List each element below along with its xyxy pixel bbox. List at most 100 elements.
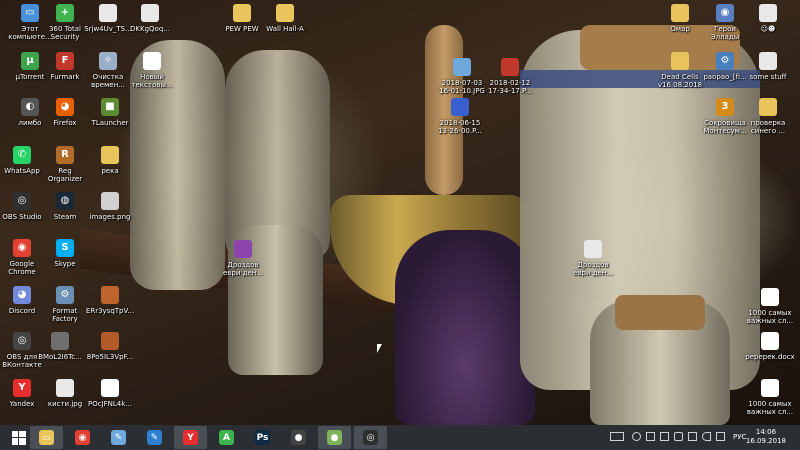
document-icon [99,4,117,22]
taskbar-button-bird-game[interactable]: ● [318,426,351,449]
desktop-icon-tlauncher[interactable]: ■ TLauncher [80,98,140,127]
taskbar-button-paint[interactable]: ✎ [102,426,135,449]
desktop: ▭ Этот компьюте... +360 Total Security Srjw… [0,0,800,425]
reg-organizer-icon: R [56,146,74,164]
desktop-icon-8po5[interactable]: 8Po5IL3VpF... [80,332,140,361]
firefox-icon: ◕ [56,98,74,116]
help-icon[interactable] [632,432,641,441]
image-icon [234,240,252,258]
document-icon [759,4,777,22]
desktop-icon-newtext[interactable]: ≡ Новый текстовы... [122,52,182,89]
cleanup-icon: ✧ [99,52,117,70]
taskbar: ▭ ◉ ✎ ✎ Y A Ps ● ● ◎ РУС 14:06 16.09.2018 [0,425,800,450]
steam-icon: ◍ [56,192,74,210]
document-icon [584,240,602,258]
obs-icon: ◎ [363,430,378,445]
desktop-icon-skype[interactable]: S Skype [35,239,95,268]
obs-icon: ◎ [13,332,31,350]
text-file-icon: ≡ [143,52,161,70]
notification-icon[interactable] [716,432,725,441]
shield-icon: + [56,4,74,22]
desktop-icon-check[interactable]: проверка синего ... [738,98,798,135]
desktop-icon-img0212[interactable]: 2018-02-12 17-34-17.P... [480,58,540,95]
keyboard-icon[interactable] [610,432,624,441]
whatsapp-icon: ✆ [13,146,31,164]
app-icon: ⚙ [716,52,734,70]
desktop-icon-label: 1000 самых важных сл... [746,309,794,325]
desktop-icon-label: реререк.docx [745,353,795,361]
desktop-icon-label: 8Po5IL3VpF... [86,353,134,361]
desktop-icon-smile[interactable]: ☺☻ [738,4,798,33]
taskbar-button-obs[interactable]: ◎ [354,426,387,449]
folder-icon [276,4,294,22]
desktop-icon-label: 1000 самых важных сл... [746,400,794,416]
desktop-icon-pocj[interactable]: POcJFNL4k... [80,379,140,408]
minecraft-icon: ■ [101,98,119,116]
desktop-icon-label: TLauncher [91,119,129,127]
display-icon[interactable] [688,432,697,441]
taskbar-button-chrome[interactable]: ◉ [66,426,99,449]
obs-icon: ◎ [13,192,31,210]
desktop-icon-wallhall[interactable]: Wall Hall-A [255,4,315,33]
furmark-icon: F [56,52,74,70]
desktop-icon-label: проверка синего ... [750,119,786,135]
desktop-icon-drozd1[interactable]: Дроздов еври ден... [213,240,273,277]
desktop-icon-err[interactable]: ERr3ysqTpV... [80,286,140,315]
taskbar-button-photoshop[interactable]: Ps [246,426,279,449]
language-indicator[interactable]: РУС [733,433,746,441]
paint-icon: ✎ [111,430,126,445]
clock-time: 14:06 [755,428,777,436]
network-icon[interactable] [674,432,683,441]
desktop-icon-img0615[interactable]: 2018-06-15 13-26-00.P... [430,98,490,135]
image-icon [451,98,469,116]
folder-icon [759,98,777,116]
desktop-icon-label: some stuff [749,73,787,81]
image-icon [51,332,69,350]
taskbar-button-penguin[interactable]: ● [282,426,315,449]
desktop-icon-rpdocx[interactable]: реререк.docx [740,332,800,361]
desktop-icon-label: 2018-06-15 13-26-00.P... [438,119,482,135]
skype-icon: S [56,239,74,257]
file-explorer-icon: ▭ [39,430,54,445]
volume-icon[interactable] [702,432,711,441]
document-icon [761,379,779,397]
desktop-icon-label: Skype [54,260,76,268]
document-icon [761,288,779,306]
action-center-icon[interactable] [660,432,669,441]
desktop-icon-label: Дроздов еври ден... [572,261,614,277]
chrome-icon: ◉ [75,430,90,445]
taskbar-button-editor[interactable]: ✎ [138,426,171,449]
game-icon: 3 [716,98,734,116]
image-icon [501,58,519,76]
folder-icon [671,52,689,70]
taskbar-button-green-app[interactable]: A [210,426,243,449]
desktop-icon-somestuff[interactable]: some stuff [738,52,798,81]
word-doc-icon [761,332,779,350]
folder-icon [233,4,251,22]
wallpaper-purple-bottle [395,230,535,425]
clock[interactable]: 14:06 16.09.2018 [746,428,786,446]
desktop-icon-imagespng[interactable]: images.png [80,192,140,221]
desktop-icon-label: images.png [89,213,131,221]
windows-start-icon [11,430,26,445]
battery-icon[interactable] [646,432,655,441]
green-a-icon: A [219,430,234,445]
desktop-icon-reka[interactable]: река [80,146,140,175]
editor-icon: ✎ [147,430,162,445]
desktop-icon-dkkg[interactable]: DKKgQoq... [120,4,180,33]
yandex-icon: Y [13,379,31,397]
taskbar-button-yandex[interactable]: Y [174,426,207,449]
desktop-icon-drozd2[interactable]: Дроздов еври ден... [563,240,623,277]
chrome-icon: ◉ [13,239,31,257]
taskbar-button-explorer[interactable]: ▭ [30,426,63,449]
desktop-icon-words1000a[interactable]: 1000 самых важных сл... [740,288,800,325]
mouse-cursor [377,344,382,353]
document-icon [101,379,119,397]
folder-icon [671,4,689,22]
photoshop-icon: Ps [255,430,270,445]
folder-icon [101,146,119,164]
image-icon [56,379,74,397]
image-icon [101,332,119,350]
desktop-icon-label: 2018-02-12 17-34-17.P... [488,79,532,95]
desktop-icon-words1000b[interactable]: 1000 самых важных сл... [740,379,800,416]
